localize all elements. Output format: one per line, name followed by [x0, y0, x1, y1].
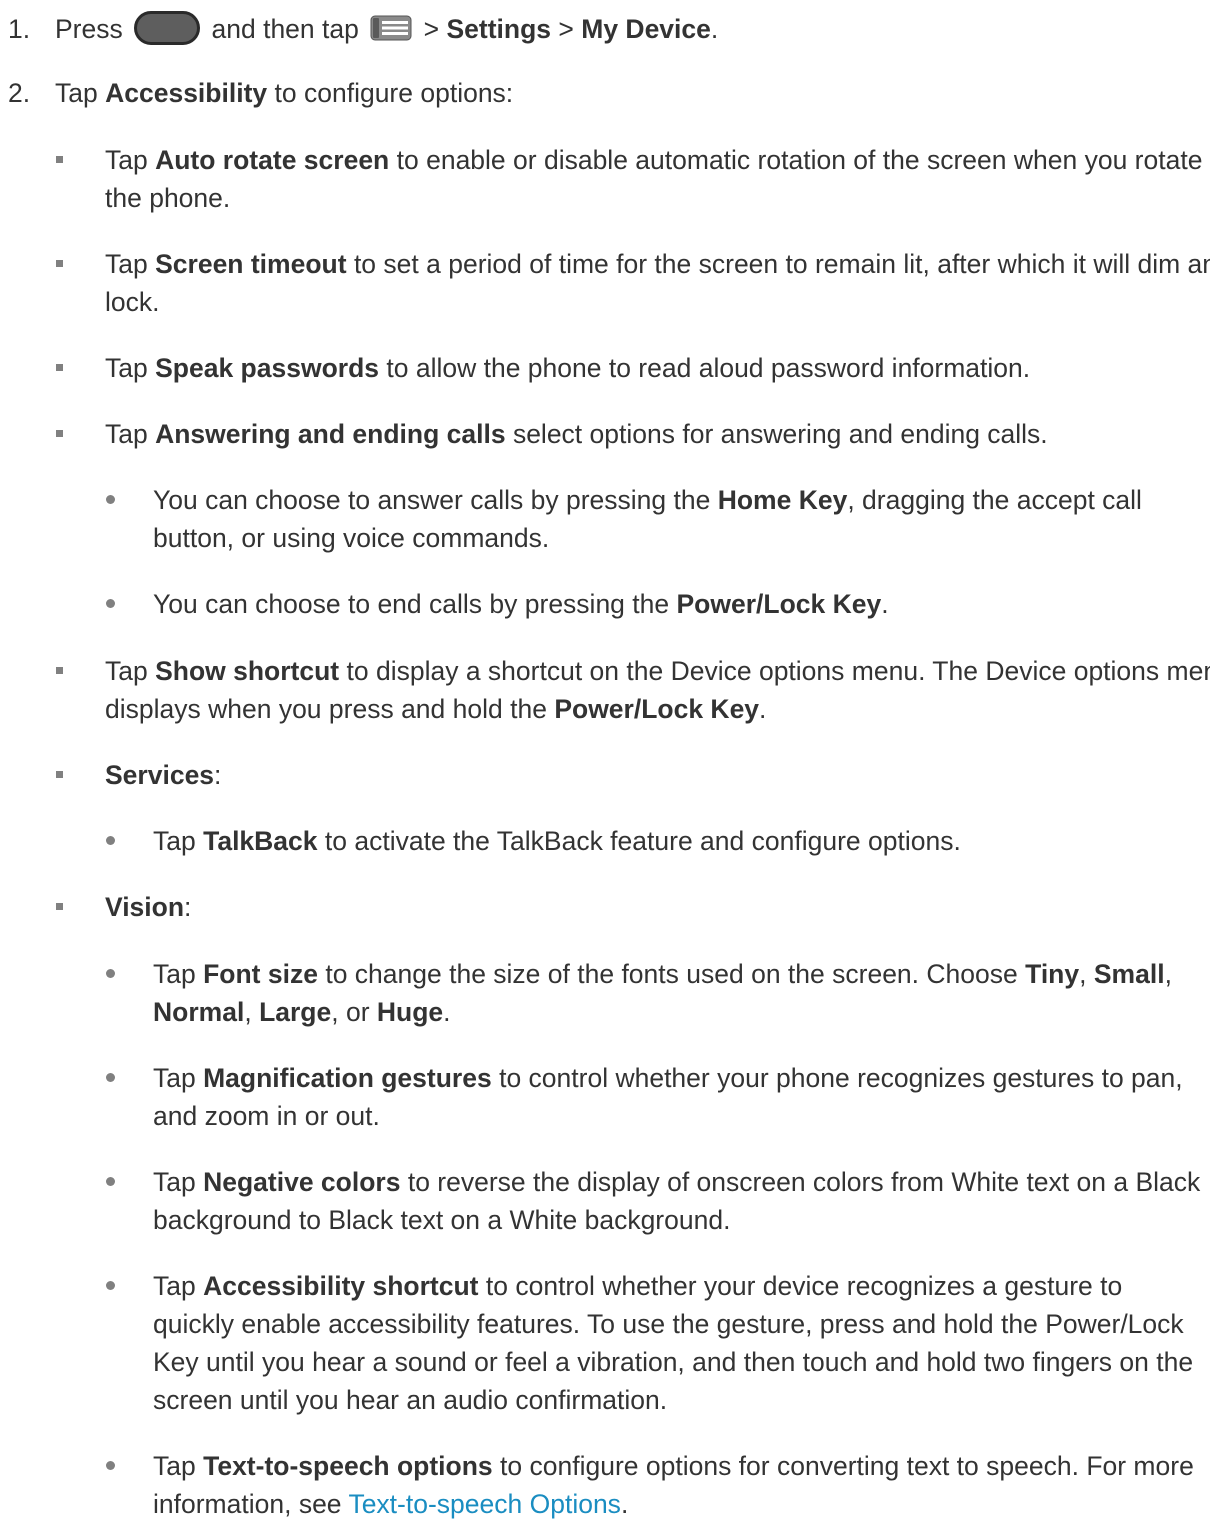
my-device-label: My Device — [581, 14, 711, 44]
round-bullet-icon — [106, 1461, 115, 1470]
settings-label: Settings — [446, 14, 552, 44]
square-bullet-icon — [56, 364, 63, 371]
round-bullet-icon — [106, 1073, 115, 1082]
round-bullet-icon — [106, 599, 115, 608]
square-bullet-icon — [56, 903, 63, 910]
round-bullet-icon — [106, 1177, 115, 1186]
round-bullet-icon — [106, 1281, 115, 1290]
round-bullet-icon — [106, 495, 115, 504]
menu-icon — [370, 13, 412, 51]
square-bullet-icon — [56, 771, 63, 778]
text-to-speech-options-link[interactable]: Text-to-speech Options — [348, 1489, 621, 1519]
home-key-icon — [134, 11, 201, 45]
round-bullet-icon — [106, 969, 115, 978]
round-bullet-icon — [106, 836, 115, 845]
accessibility-label: Accessibility — [105, 78, 268, 108]
step-number: 2. — [8, 78, 31, 108]
step-text: Press and then tap > Settings > My Devic… — [55, 10, 718, 51]
square-bullet-icon — [56, 156, 63, 163]
instructions-page: 1. Press and then tap > Settings > My De… — [0, 0, 1210, 1519]
step-text: Tap Accessibility to configure options: — [55, 78, 514, 108]
square-bullet-icon — [56, 430, 63, 437]
square-bullet-icon — [56, 667, 63, 674]
square-bullet-icon — [56, 260, 63, 267]
step-number: 1. — [8, 14, 31, 44]
